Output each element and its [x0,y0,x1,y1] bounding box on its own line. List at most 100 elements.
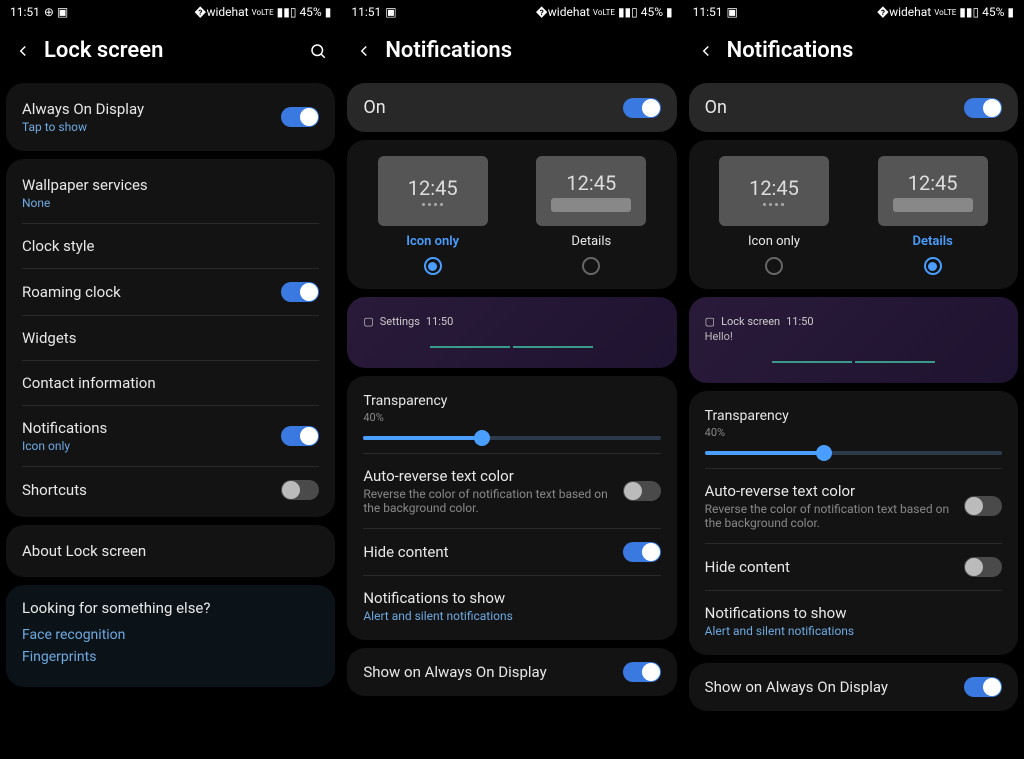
transparency-value: 40% [705,426,1002,439]
auto-reverse-toggle[interactable] [964,496,1002,516]
wallpaper-title: Wallpaper services [22,176,319,194]
header: Lock screen [0,24,341,83]
details-radio[interactable] [924,257,942,275]
battery-icon: ▮ [1007,5,1014,19]
show-on-aod-title: Show on Always On Display [363,663,546,681]
misc-status-icon: ▣ [385,5,396,19]
preview-divider [705,361,1002,363]
page-title: Lock screen [44,38,297,63]
row-shortcuts[interactable]: Shortcuts [22,467,319,513]
wifi-icon: �widehat [535,5,589,19]
hide-content-toggle[interactable] [964,557,1002,577]
page-title: Notifications [385,38,668,63]
to-show-title: Notifications to show [705,604,1002,622]
icon-only-label: Icon only [748,234,800,249]
row-wallpaper-services[interactable]: Wallpaper services None [22,163,319,224]
link-face-recognition[interactable]: Face recognition [22,627,319,643]
row-widgets[interactable]: Widgets [22,316,319,361]
preview-bar-icon [551,198,631,212]
shortcuts-title: Shortcuts [22,481,281,499]
auto-reverse-toggle[interactable] [623,481,661,501]
show-on-aod-title: Show on Always On Display [705,678,888,696]
auto-reverse-title: Auto-reverse text color [705,482,964,500]
volte-icon: VoLTE [252,8,274,17]
looking-title: Looking for something else? [22,599,319,617]
row-show-on-aod[interactable]: Show on Always On Display [689,663,1018,711]
back-icon[interactable] [14,42,32,60]
row-hide-content[interactable]: Hide content [705,544,1002,591]
preview-icon-only: 12:45 [378,156,488,226]
transparency-title: Transparency [705,408,1002,424]
style-icon-only[interactable]: 12:45 Icon only [378,156,488,275]
style-icon-only[interactable]: 12:45 Icon only [719,156,829,275]
transparency-value: 40% [363,411,660,424]
row-notifications-to-show[interactable]: Notifications to show Alert and silent n… [705,591,1002,651]
icon-only-radio[interactable] [424,257,442,275]
auto-reverse-title: Auto-reverse text color [363,467,622,485]
section-about: About Lock screen [6,525,335,577]
section-aod: Always On Display Tap to show [6,83,335,151]
header: Notifications [341,24,682,83]
misc-status-icon: ▣ [727,5,738,19]
row-auto-reverse[interactable]: Auto-reverse text color Reverse the colo… [363,454,660,529]
notif-subtitle: Icon only [22,439,281,453]
on-toggle[interactable] [623,98,661,118]
battery-icon: ▮ [325,5,332,19]
search-icon[interactable] [309,42,327,60]
panel-notifications-details: 11:51 ▣ �widehat VoLTE ▮▮▯ 45% ▮ Notific… [683,0,1024,759]
notif-toggle[interactable] [281,426,319,446]
row-auto-reverse[interactable]: Auto-reverse text color Reverse the colo… [705,469,1002,544]
style-details[interactable]: 12:45 Details [536,156,646,275]
row-contact-info[interactable]: Contact information [22,361,319,406]
misc-status-icon: ⊕ ▣ [44,5,68,19]
panel-lock-screen: 11:51 ⊕ ▣ �widehat VoLTE ▮▮▯ 45% ▮ Lock … [0,0,341,759]
style-details[interactable]: 12:45 Details [878,156,988,275]
auto-reverse-desc: Reverse the color of notification text b… [705,502,964,530]
notification-style-chooser: 12:45 Icon only 12:45 Details [689,140,1018,289]
hide-content-toggle[interactable] [623,542,661,562]
back-icon[interactable] [697,42,715,60]
preview-time: 12:45 [749,176,799,200]
row-notifications[interactable]: Notifications Icon only [22,406,319,467]
link-fingerprints[interactable]: Fingerprints [22,649,319,665]
transparency-slider[interactable] [705,451,1002,455]
details-label: Details [571,234,611,249]
row-notifications-to-show[interactable]: Notifications to show Alert and silent n… [363,576,660,636]
show-on-aod-toggle[interactable] [964,677,1002,697]
icon-only-radio[interactable] [765,257,783,275]
preview-line: ▢ Settings 11:50 [363,315,660,328]
preview-line: ▢ Lock screen 11:50 [705,315,1002,328]
shortcuts-toggle[interactable] [281,480,319,500]
aod-toggle[interactable] [281,107,319,127]
notification-preview: ▢ Lock screen 11:50 Hello! [689,297,1018,383]
back-icon[interactable] [355,42,373,60]
preview-time: 11:50 [786,315,813,328]
show-on-aod-toggle[interactable] [623,662,661,682]
roaming-toggle[interactable] [281,282,319,302]
row-always-on-display[interactable]: Always On Display Tap to show [22,87,319,147]
on-toggle-bar[interactable]: On [689,83,1018,132]
clock-title: Clock style [22,237,319,255]
transparency-slider[interactable] [363,436,660,440]
row-hide-content[interactable]: Hide content [363,529,660,576]
details-radio[interactable] [582,257,600,275]
about-title: About Lock screen [22,542,319,560]
notification-preview: ▢ Settings 11:50 [347,297,676,368]
row-clock-style[interactable]: Clock style [22,224,319,269]
on-toggle[interactable] [964,98,1002,118]
row-transparency[interactable]: Transparency 40% [363,380,660,454]
on-label: On [705,97,727,118]
row-transparency[interactable]: Transparency 40% [705,395,1002,469]
row-show-on-aod[interactable]: Show on Always On Display [347,648,676,696]
on-toggle-bar[interactable]: On [347,83,676,132]
wifi-icon: �widehat [194,5,248,19]
app-icon: ▢ [363,315,373,328]
looking-for-else: Looking for something else? Face recogni… [6,585,335,687]
signal-icon: ▮▮▯ [277,5,297,19]
status-time: 11:51 [351,5,381,19]
icon-only-label: Icon only [406,234,459,249]
app-icon: ▢ [705,315,715,328]
row-about-lock-screen[interactable]: About Lock screen [22,529,319,573]
panel-notifications-icon-only: 11:51 ▣ �widehat VoLTE ▮▮▯ 45% ▮ Notific… [341,0,682,759]
row-roaming-clock[interactable]: Roaming clock [22,269,319,316]
